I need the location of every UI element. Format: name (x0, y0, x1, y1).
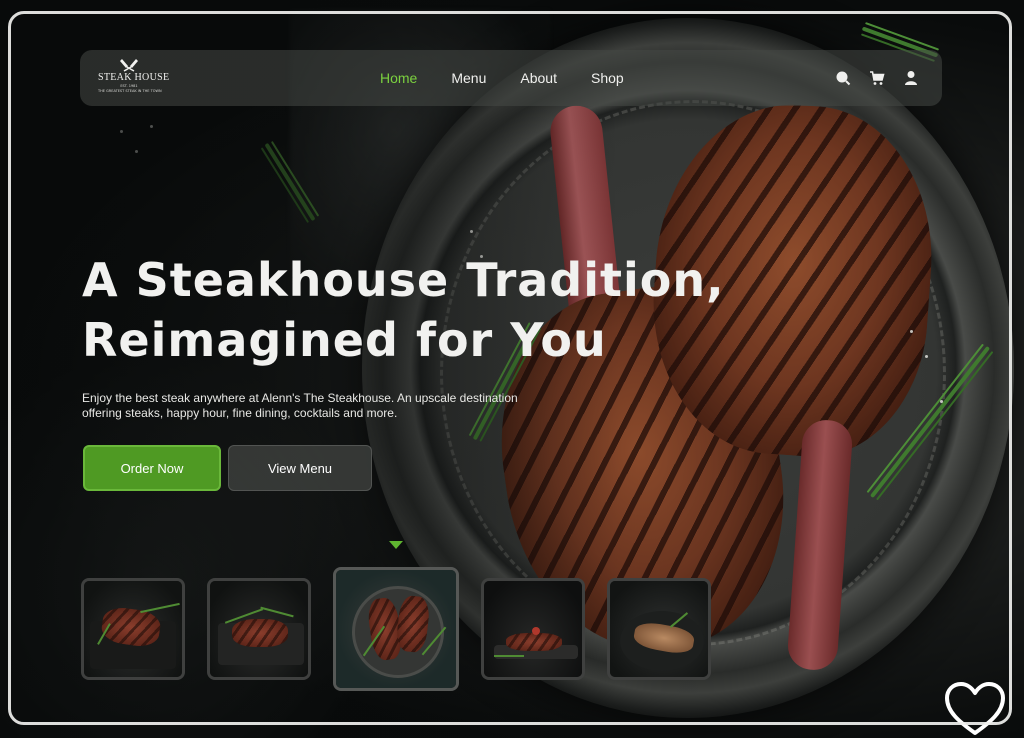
thumbnail-4[interactable] (481, 578, 585, 680)
hero-page: STEAK HOUSE EST. 1981 THE GREATEST STEAK… (0, 0, 1024, 738)
steak-slice (232, 619, 288, 647)
cart-icon[interactable] (868, 69, 886, 87)
hero-title-line-1: A Steakhouse Tradition, (82, 253, 725, 307)
nav-link-about[interactable]: About (520, 70, 557, 86)
thumbnail-image (336, 570, 456, 688)
nav-icons (834, 50, 920, 106)
scroll-down-indicator (389, 541, 403, 549)
herb-sprig (140, 602, 180, 614)
herb-sprig (494, 655, 524, 657)
steak-slice (506, 633, 562, 651)
search-icon[interactable] (834, 69, 852, 87)
thumbnail-image (610, 581, 708, 677)
nav-link-menu[interactable]: Menu (451, 70, 486, 86)
nav-link-shop[interactable]: Shop (591, 70, 624, 86)
hero-description: Enjoy the best steak anywhere at Alenn's… (82, 391, 518, 420)
salt-grain (910, 330, 913, 333)
brand-logo[interactable]: STEAK HOUSE EST. 1981 THE GREATEST STEAK… (98, 58, 170, 98)
thumbnail-1[interactable] (81, 578, 185, 680)
view-menu-button[interactable]: View Menu (228, 445, 372, 491)
hero-title-line-2: Reimagined for You (82, 313, 607, 367)
heart-icon[interactable] (942, 681, 1008, 738)
thumbnail-5[interactable] (607, 578, 711, 680)
brand-tagline: THE GREATEST STEAK IN THE TOWN (98, 89, 162, 93)
tomato-garnish (532, 627, 540, 635)
thumbnail-3[interactable] (333, 567, 459, 691)
thumbnail-image (210, 581, 308, 677)
salt-grain (940, 400, 943, 403)
navbar: STEAK HOUSE EST. 1981 THE GREATEST STEAK… (80, 50, 942, 106)
nav-link-home[interactable]: Home (380, 70, 417, 86)
user-icon[interactable] (902, 69, 920, 87)
brand-name: STEAK HOUSE (98, 72, 170, 83)
thumbnail-2[interactable] (207, 578, 311, 680)
thumbnail-image (484, 581, 582, 677)
nav-links: Home Menu About Shop (380, 50, 658, 106)
hero-title: A Steakhouse Tradition, Reimagined for Y… (82, 250, 842, 370)
crossed-cleavers-icon (98, 58, 160, 72)
thumbnail-image (84, 581, 182, 677)
herb-sprig (260, 606, 294, 618)
order-now-button[interactable]: Order Now (83, 445, 221, 491)
salt-grain (925, 355, 928, 358)
